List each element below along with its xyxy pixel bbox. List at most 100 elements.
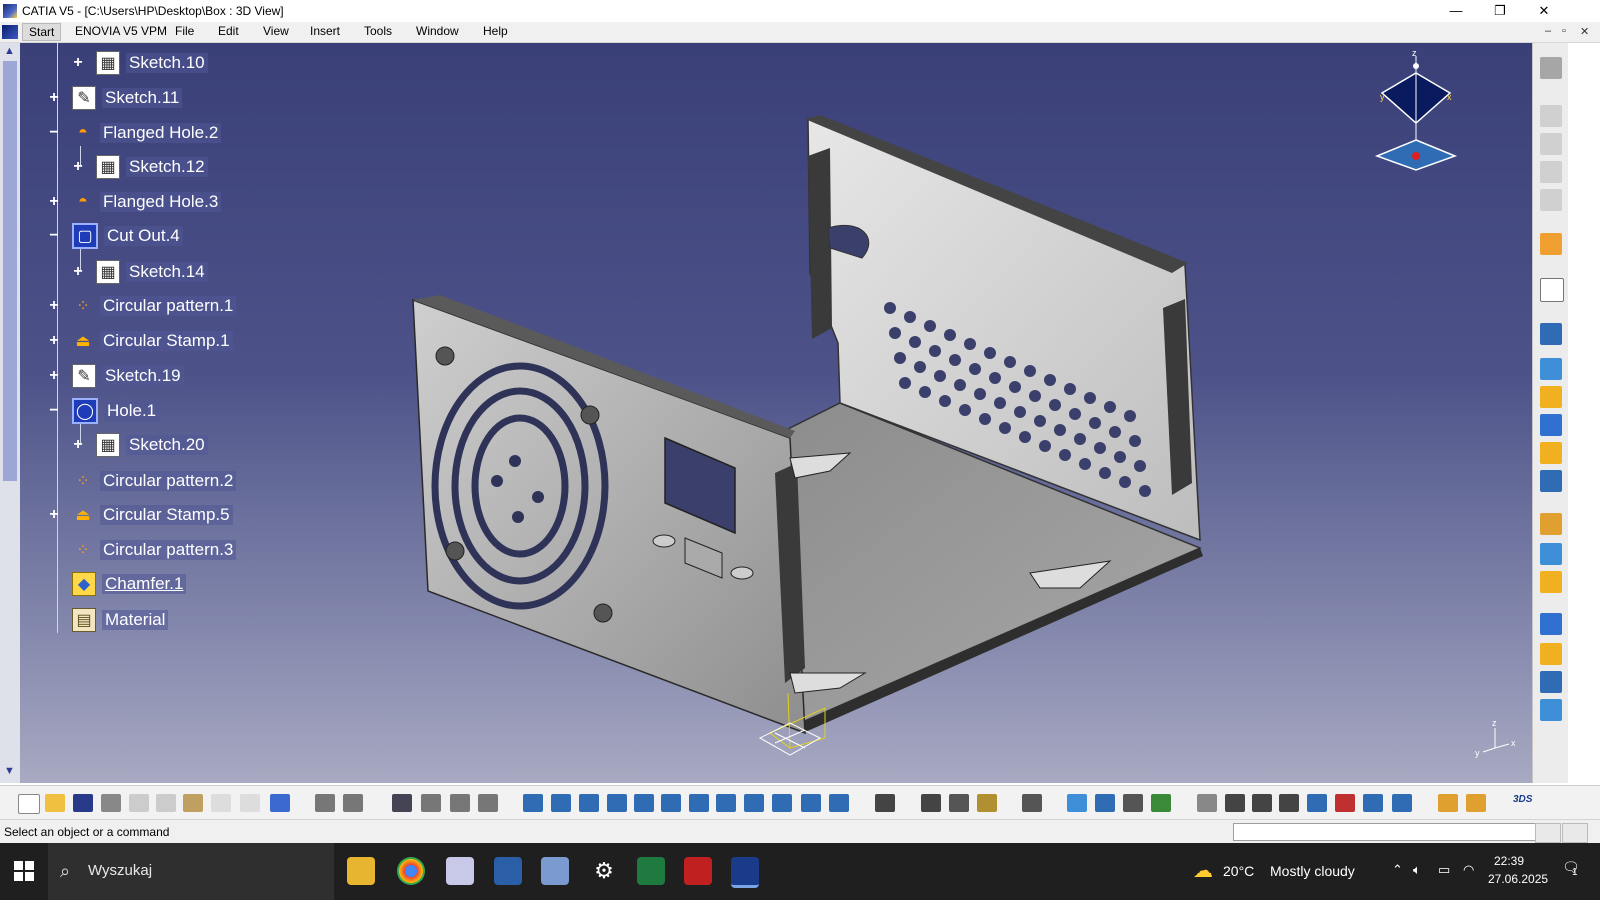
zoom-in-icon[interactable]: [634, 794, 654, 812]
wifi-icon[interactable]: ◠: [1463, 862, 1474, 878]
swap-space-icon[interactable]: [801, 794, 821, 812]
table-icon[interactable]: [392, 794, 412, 812]
constraint-icon[interactable]: [949, 794, 969, 812]
rolled-wall-icon[interactable]: [1540, 414, 1562, 436]
select-cursor-icon[interactable]: [1540, 233, 1562, 255]
units-icon[interactable]: [1279, 794, 1299, 812]
workbench-icon[interactable]: [1540, 57, 1562, 79]
hide-show-icon[interactable]: [772, 794, 792, 812]
capture-icon[interactable]: [1022, 794, 1042, 812]
hopper-icon[interactable]: [1540, 442, 1562, 464]
workbench-switch-icon[interactable]: [1438, 794, 1458, 812]
menu-help[interactable]: Help: [483, 24, 508, 38]
doc-minimize-button[interactable]: –: [1545, 25, 1551, 37]
windows-start-icon[interactable]: [14, 861, 34, 881]
fit-all-icon[interactable]: [551, 794, 571, 812]
undo-icon[interactable]: [211, 794, 231, 812]
unfold-icon[interactable]: [1540, 513, 1562, 535]
menu-enovia[interactable]: ENOVIA V5 VPM: [75, 24, 167, 38]
bend-icon[interactable]: [1540, 386, 1562, 408]
knowledge-icon[interactable]: [343, 794, 363, 812]
list-icon[interactable]: [1363, 794, 1383, 812]
paint-icon[interactable]: [446, 857, 474, 885]
menu-file[interactable]: File: [175, 24, 194, 38]
command-input[interactable]: [1233, 823, 1536, 841]
save-icon[interactable]: [73, 794, 93, 812]
open-file-icon[interactable]: [45, 794, 65, 812]
cut-icon[interactable]: [129, 794, 149, 812]
status-button-2[interactable]: [1562, 823, 1588, 843]
component-icon[interactable]: [1540, 161, 1562, 183]
render-icon[interactable]: [1123, 794, 1143, 812]
update-icon[interactable]: [875, 794, 895, 812]
iso-view-icon[interactable]: [744, 794, 764, 812]
formula-icon[interactable]: [315, 794, 335, 812]
menu-window[interactable]: Window: [416, 24, 459, 38]
point-to-point-icon[interactable]: [1540, 571, 1562, 593]
grab-icon[interactable]: [1225, 794, 1245, 812]
pattern-icon[interactable]: [1540, 671, 1562, 693]
compass-icon[interactable]: z y x: [1370, 48, 1470, 188]
calculator-icon[interactable]: [494, 857, 522, 885]
link-icon[interactable]: [1197, 794, 1217, 812]
normal-view-icon[interactable]: [689, 794, 709, 812]
3d-model-sheet-metal-box[interactable]: [0, 43, 1532, 783]
pan-icon[interactable]: [579, 794, 599, 812]
solidworks-icon[interactable]: [684, 857, 712, 885]
chrome-icon[interactable]: [397, 857, 425, 885]
volume-icon[interactable]: 🔈︎: [1413, 862, 1421, 878]
taskbar-search-box[interactable]: ⌕ Wyszukaj: [48, 843, 334, 900]
close-button[interactable]: ✕: [1522, 0, 1566, 22]
restore-button[interactable]: ❐: [1478, 0, 1522, 22]
dimension-icon[interactable]: [921, 794, 941, 812]
axis-system-icon[interactable]: [1252, 794, 1272, 812]
apply-material-icon[interactable]: [977, 794, 997, 812]
sketcher-icon[interactable]: [1540, 278, 1564, 302]
battery-icon[interactable]: ▭: [1438, 862, 1450, 878]
lock-icon[interactable]: [450, 794, 470, 812]
menu-start[interactable]: Start: [22, 23, 62, 41]
fold-icon[interactable]: [1540, 543, 1562, 565]
menu-view[interactable]: View: [263, 24, 289, 38]
excel-icon[interactable]: [637, 857, 665, 885]
zoom-out-icon[interactable]: [661, 794, 681, 812]
analysis-icon[interactable]: [1335, 794, 1355, 812]
catia-taskbar-icon[interactable]: [731, 857, 759, 888]
catia-logo-icon[interactable]: [2, 25, 18, 39]
doc-close-button[interactable]: ✕: [1580, 25, 1589, 38]
doc-restore-button[interactable]: ▫: [1562, 25, 1566, 37]
catalog-icon[interactable]: [421, 794, 441, 812]
status-button-1[interactable]: [1535, 823, 1561, 843]
settings-gear-icon[interactable]: ⚙: [590, 857, 618, 885]
3d-viewport[interactable]: ▲ ▼ + ▦ Sketch.10 + ✎ Sketch.11 − ◓ Flan…: [0, 43, 1532, 783]
rotate-icon[interactable]: [607, 794, 627, 812]
redo-icon[interactable]: [240, 794, 260, 812]
3d-compass-icon[interactable]: [1307, 794, 1327, 812]
shading-icon[interactable]: [829, 794, 849, 812]
copy-icon[interactable]: [156, 794, 176, 812]
minimize-button[interactable]: —: [1434, 0, 1478, 22]
weather-icon[interactable]: ☁: [1193, 858, 1213, 883]
file-explorer-icon[interactable]: [347, 857, 375, 885]
multi-view-icon[interactable]: [716, 794, 736, 812]
menu-tools[interactable]: Tools: [364, 24, 392, 38]
product-icon[interactable]: [1540, 133, 1562, 155]
whats-this-icon[interactable]: [270, 794, 290, 812]
menu-insert[interactable]: Insert: [310, 24, 340, 38]
clock-date[interactable]: 27.06.2025: [1488, 872, 1548, 886]
fly-mode-icon[interactable]: [523, 794, 543, 812]
layers-icon[interactable]: [1151, 794, 1171, 812]
tray-chevron-icon[interactable]: ⌃: [1392, 862, 1403, 878]
stamp-tools-icon[interactable]: [1466, 794, 1486, 812]
corner-icon[interactable]: [1540, 699, 1562, 721]
walls-icon[interactable]: [1540, 323, 1562, 345]
sheet-metal-params-icon[interactable]: [1067, 794, 1087, 812]
measure-icon[interactable]: [478, 794, 498, 812]
print-icon[interactable]: [101, 794, 121, 812]
eraser-icon[interactable]: [1392, 794, 1412, 812]
part-icon[interactable]: [1540, 105, 1562, 127]
extrusion-icon[interactable]: [1540, 470, 1562, 492]
weather-temperature[interactable]: 20°C: [1223, 863, 1254, 879]
menu-edit[interactable]: Edit: [218, 24, 239, 38]
paste-icon[interactable]: [183, 794, 203, 812]
